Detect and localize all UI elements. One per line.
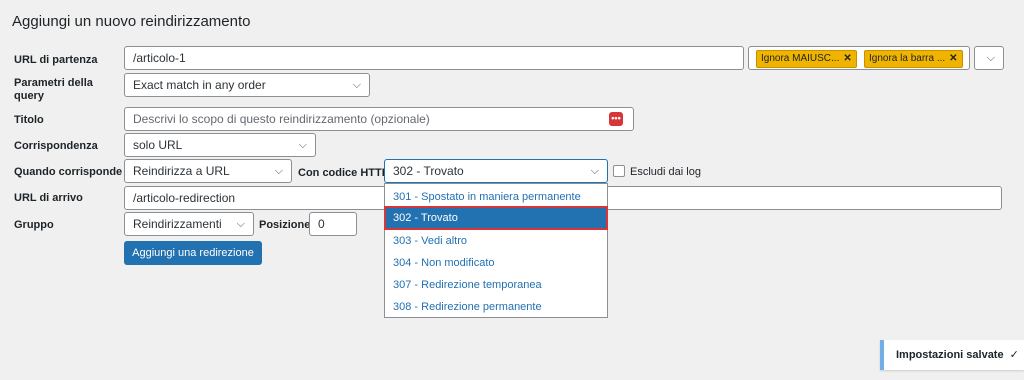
title-label: Titolo	[14, 114, 44, 126]
query-params-label: Parametri della query	[14, 77, 93, 102]
tag-label: Ignora MAIUSC...	[761, 53, 840, 64]
select-value: Exact match in any order	[133, 78, 266, 92]
action-select[interactable]: Reindirizza a URL ⌵	[124, 159, 292, 183]
http-code-label: Con codice HTTP	[298, 167, 390, 179]
chevron-down-icon: ⌵	[986, 52, 995, 64]
tag-label: Ignora la barra ...	[869, 53, 946, 64]
notice-text: Impostazioni salvate	[896, 349, 1004, 361]
http-code-dropdown: 301 - Spostato in maniera permanente 302…	[384, 183, 608, 318]
check-icon: ✓	[1009, 349, 1019, 361]
tag-ignore-slash[interactable]: Ignora la barra ... ✕	[864, 50, 963, 68]
http-option-selected[interactable]: 302 - Trovato	[384, 206, 608, 230]
chevron-down-icon: ⌵	[274, 165, 283, 177]
select-value: Reindirizza a URL	[133, 164, 230, 178]
match-select[interactable]: solo URL ⌵	[124, 133, 316, 157]
add-redirect-button[interactable]: Aggiungi una redirezione	[124, 241, 262, 265]
chevron-down-icon: ⌵	[352, 79, 361, 91]
settings-saved-notice: Impostazioni salvate ✓	[880, 340, 1024, 370]
exclude-log-checkbox[interactable]	[613, 165, 625, 177]
group-label: Gruppo	[14, 219, 54, 231]
chevron-down-icon: ⌵	[236, 218, 245, 230]
select-value: solo URL	[133, 138, 183, 152]
select-value: Reindirizzamenti	[133, 217, 222, 231]
chevron-down-icon: ⌵	[590, 165, 599, 177]
chevron-down-icon: ⌵	[298, 139, 307, 151]
exclude-log-label: Escludi dai log	[630, 166, 701, 178]
more-icon[interactable]: •••	[609, 112, 623, 126]
http-option[interactable]: 304 - Non modificato	[385, 252, 607, 274]
position-label: Posizione	[259, 219, 311, 231]
source-url-input[interactable]: /articolo-1	[124, 46, 744, 70]
close-icon[interactable]: ✕	[949, 53, 957, 64]
select-value: 302 - Trovato	[393, 164, 464, 178]
page-title: Aggiungi un nuovo reindirizzamento	[12, 13, 251, 30]
position-input[interactable]: 0	[309, 212, 357, 236]
http-option[interactable]: 307 - Redirezione temporanea	[385, 274, 607, 296]
title-input[interactable]: Descrivi lo scopo di questo reindirizzam…	[124, 107, 634, 131]
when-matches-label: Quando corrisponde	[14, 166, 123, 178]
query-params-select[interactable]: Exact match in any order ⌵	[124, 73, 370, 97]
http-option[interactable]: 301 - Spostato in maniera permanente	[385, 186, 607, 208]
target-label: URL di arrivo	[14, 192, 83, 204]
source-flags-toggle[interactable]: ⌵	[974, 46, 1004, 70]
close-icon[interactable]: ✕	[843, 53, 851, 64]
source-label: URL di partenza	[14, 54, 98, 66]
group-select[interactable]: Reindirizzamenti ⌵	[124, 212, 254, 236]
http-code-select[interactable]: 302 - Trovato ⌵	[384, 159, 608, 183]
tag-ignore-case[interactable]: Ignora MAIUSC... ✕	[756, 50, 857, 68]
http-option[interactable]: 303 - Vedi altro	[385, 230, 607, 252]
http-option[interactable]: 308 - Redirezione permanente	[385, 296, 607, 318]
title-placeholder: Descrivi lo scopo di questo reindirizzam…	[133, 112, 430, 126]
match-label: Corrispondenza	[14, 140, 98, 152]
